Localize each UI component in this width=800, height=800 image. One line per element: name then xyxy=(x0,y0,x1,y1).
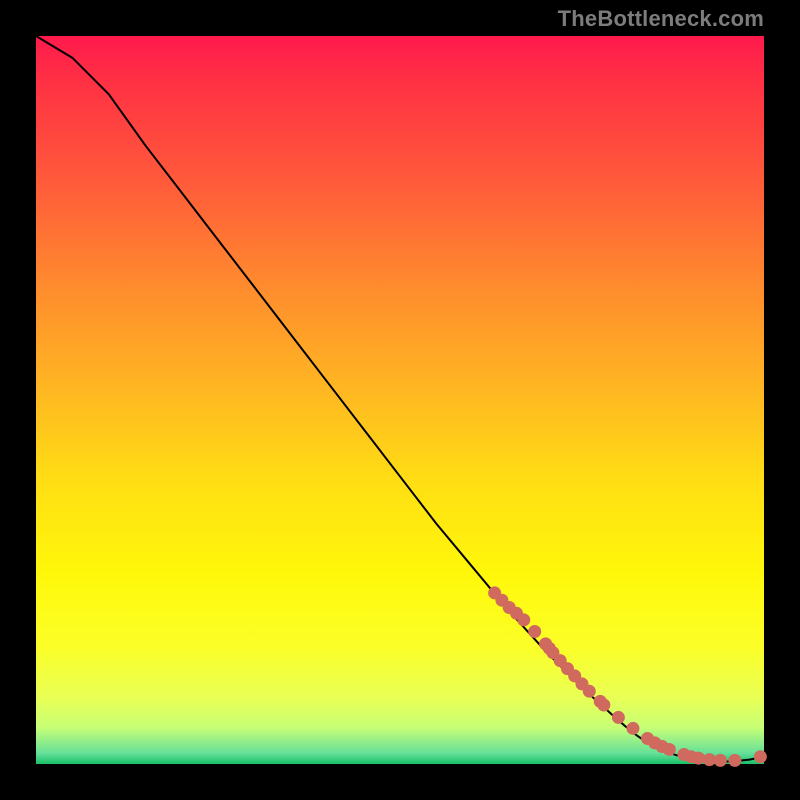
curve-marker xyxy=(517,613,530,626)
chart-stage: TheBottleneck.com xyxy=(0,0,800,800)
bottleneck-curve xyxy=(36,36,764,762)
curve-marker xyxy=(626,722,639,735)
curve-marker xyxy=(714,754,727,767)
curve-marker xyxy=(583,685,596,698)
curve-marker xyxy=(612,711,625,724)
curve-marker xyxy=(728,754,741,767)
curve-marker xyxy=(663,743,676,756)
curve-marker xyxy=(692,752,705,765)
curve-marker xyxy=(528,625,541,638)
plot-area xyxy=(36,36,764,764)
watermark-text: TheBottleneck.com xyxy=(558,6,764,32)
plot-svg xyxy=(36,36,764,764)
curve-marker xyxy=(754,750,767,763)
curve-marker xyxy=(597,699,610,712)
